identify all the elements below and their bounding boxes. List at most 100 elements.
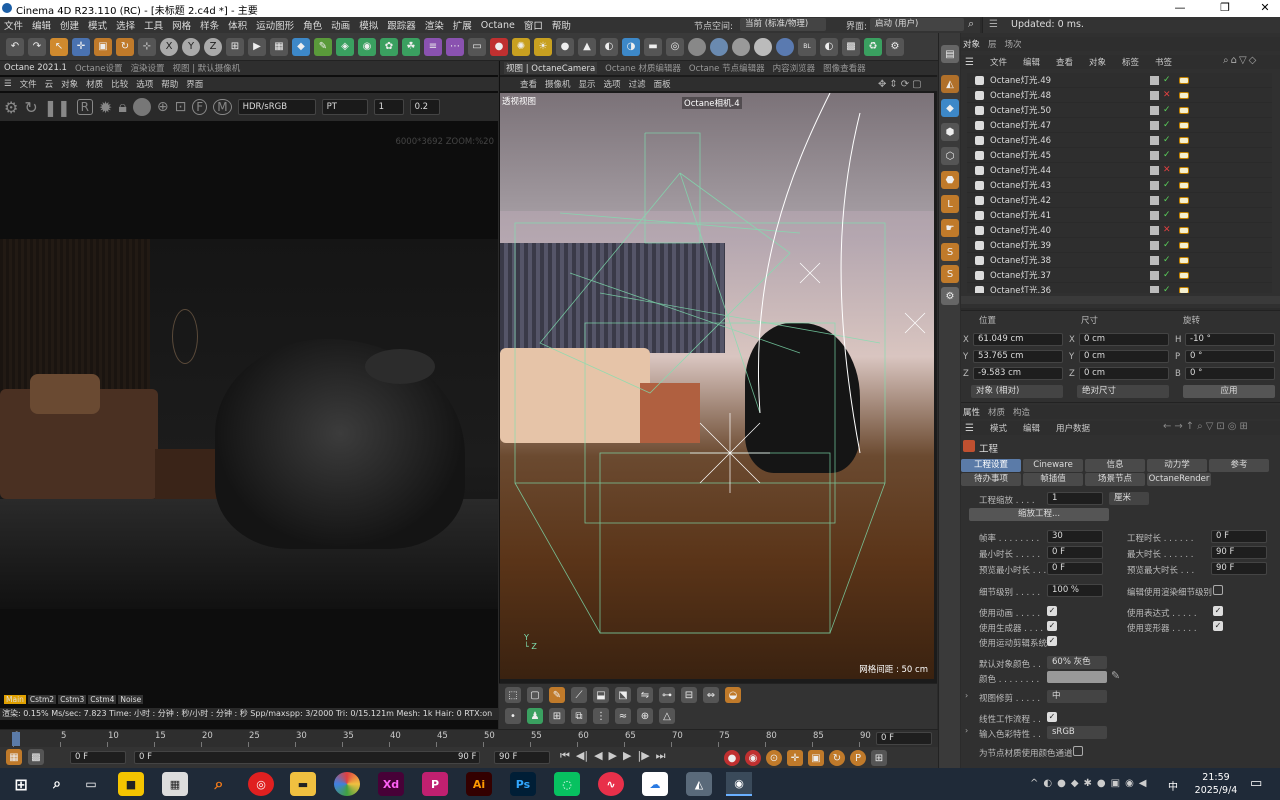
default-color-select[interactable]: 60% 灰色 xyxy=(1047,656,1107,669)
fps-input[interactable]: 30 xyxy=(1047,530,1103,543)
render-picture-icon[interactable]: ▦ xyxy=(270,37,288,56)
visibility-icon[interactable]: ✓ xyxy=(1163,120,1175,130)
rect-selection-icon[interactable]: ▢ xyxy=(527,687,543,703)
align-icon[interactable]: ⊞ xyxy=(549,708,565,724)
preview-max-input[interactable]: 90 F xyxy=(1211,562,1267,575)
octane-menu-item[interactable]: 界面 xyxy=(186,78,203,90)
visibility-icon[interactable]: ✓ xyxy=(1163,180,1175,190)
current-frame-field[interactable]: 0 F xyxy=(876,732,932,745)
menu-item[interactable]: 文件 xyxy=(4,18,23,32)
attribute-tab[interactable]: 属性 xyxy=(963,406,980,418)
undo-icon[interactable]: ↶ xyxy=(6,37,24,56)
everything-search-icon[interactable]: ⌕ xyxy=(206,772,232,796)
render-view-icon[interactable]: ▶ xyxy=(248,37,266,56)
object-row[interactable]: Octane灯光.49 ✓ xyxy=(967,73,1272,88)
viewport-tab[interactable]: 图像查看器 xyxy=(823,62,866,74)
property-tab[interactable]: 待办事项 xyxy=(961,473,1021,486)
object-row[interactable]: Octane灯光.36 ✓ xyxy=(967,283,1272,293)
menu-item[interactable]: 创建 xyxy=(60,18,79,32)
blend-material-icon[interactable]: BL xyxy=(798,37,816,56)
render-pass-tab[interactable]: Main xyxy=(4,695,26,704)
wechat-icon[interactable]: ◌ xyxy=(554,772,580,796)
effector-icon[interactable]: ≡ xyxy=(424,37,442,56)
object-name[interactable]: Octane灯光.47 xyxy=(990,119,1150,131)
octane-live-icon[interactable]: ● xyxy=(490,37,508,56)
tag-icon[interactable] xyxy=(1179,151,1189,159)
task-view-icon[interactable]: ▭ xyxy=(78,772,104,796)
xd-app-icon[interactable]: Xd xyxy=(378,772,404,796)
octane-menu-item[interactable]: 对象 xyxy=(61,78,78,90)
visibility-icon[interactable]: ✓ xyxy=(1163,150,1175,160)
photoshop-app-icon[interactable]: Ps xyxy=(510,772,536,796)
tag-icon[interactable] xyxy=(1179,76,1189,84)
material-pick-icon[interactable]: M xyxy=(213,99,232,115)
meeting-app-icon[interactable]: ∿ xyxy=(598,772,624,796)
end-frame-field[interactable]: 90 F xyxy=(494,751,550,764)
object-name[interactable]: Octane灯光.43 xyxy=(990,179,1150,191)
render-image[interactable] xyxy=(0,239,498,609)
optimize-icon[interactable]: ⊕ xyxy=(637,708,653,724)
visibility-icon[interactable]: ✓ xyxy=(1163,75,1175,85)
object-name[interactable]: Octane灯光.46 xyxy=(990,134,1150,146)
expand-arrow-icon-2[interactable]: › xyxy=(965,726,968,735)
render-param-2[interactable]: 0.2 xyxy=(409,99,440,115)
object-tab[interactable]: 层 xyxy=(988,38,997,50)
viewport-tab[interactable]: Octane 材质编辑器 xyxy=(605,62,681,74)
layer-icon[interactable] xyxy=(1150,255,1159,265)
menu-item[interactable]: 样条 xyxy=(200,18,219,32)
render-lod-checkbox[interactable] xyxy=(1213,585,1223,595)
visibility-icon[interactable]: ✕ xyxy=(1163,165,1175,175)
viewport-menu-item[interactable]: 选项 xyxy=(604,78,621,90)
layer-icon[interactable] xyxy=(1150,285,1159,293)
use-motion-checkbox[interactable]: ✓ xyxy=(1047,636,1057,646)
viewport-menu-item[interactable]: 显示 xyxy=(579,78,596,90)
min-time-input[interactable]: 0 F xyxy=(1047,546,1103,559)
model-mode-icon[interactable]: ◭ xyxy=(941,75,959,93)
object-menu-item[interactable]: 对象 xyxy=(1089,56,1106,68)
tag-icon[interactable] xyxy=(1179,271,1189,279)
recent-tool-icon[interactable]: ⊹ xyxy=(138,37,156,56)
object-list-scrollbar[interactable] xyxy=(961,296,1280,304)
weld-icon[interactable]: ⊶ xyxy=(659,687,675,703)
region-render-icon[interactable]: R xyxy=(76,99,93,115)
sphere-material-icon-3[interactable] xyxy=(732,37,750,56)
sticky-notes-icon[interactable]: ■ xyxy=(118,772,144,796)
layer-icon[interactable] xyxy=(1150,195,1159,205)
octane-menu-item[interactable]: 选项 xyxy=(136,78,153,90)
render-pass-tab[interactable]: Cstm2 xyxy=(27,695,57,704)
settings-icon[interactable]: ✹ xyxy=(99,98,112,117)
menu-item[interactable]: 选择 xyxy=(116,18,135,32)
layer-icon[interactable] xyxy=(1150,135,1159,145)
lod-input[interactable]: 100 % xyxy=(1047,584,1103,597)
object-row[interactable]: Octane灯光.48 ✕ xyxy=(967,88,1272,103)
object-name[interactable]: Octane灯光.42 xyxy=(990,194,1150,206)
slide-icon[interactable]: ⇔ xyxy=(703,687,719,703)
record-icon[interactable]: ● xyxy=(724,750,740,766)
menu-item[interactable]: 编辑 xyxy=(32,18,51,32)
rotate-tool-icon[interactable]: ↻ xyxy=(116,37,134,56)
move-tool-icon[interactable]: ✛ xyxy=(72,37,90,56)
key-grid-icon[interactable]: ⊞ xyxy=(871,750,887,766)
make-editable-icon[interactable]: ▤ xyxy=(941,45,959,63)
file-explorer-icon[interactable]: ▬ xyxy=(290,772,316,796)
sculpt-icon[interactable]: ◒ xyxy=(725,687,741,703)
next-key-icon[interactable]: |▶ xyxy=(637,749,649,763)
focus-icon[interactable]: F xyxy=(192,99,208,115)
apply-button[interactable]: 应用 xyxy=(1183,385,1275,398)
object-menu-item[interactable]: 查看 xyxy=(1056,56,1073,68)
send-scene-icon[interactable]: ⚙ xyxy=(4,98,18,117)
checker-icon[interactable]: ▩ xyxy=(842,37,860,56)
x-axis-icon[interactable]: X xyxy=(160,37,178,56)
prev-frame-icon[interactable]: ◀ xyxy=(594,749,602,763)
axis-mode-icon[interactable]: L xyxy=(941,195,959,213)
object-mode-icon[interactable]: ◆ xyxy=(941,99,959,117)
eyedropper-icon[interactable]: ✎ xyxy=(1111,669,1120,682)
polygons-mode-icon[interactable]: ⬣ xyxy=(941,171,959,189)
loop-cut-icon[interactable]: ⊟ xyxy=(681,687,697,703)
spline-pen-icon[interactable]: ✎ xyxy=(314,37,332,56)
key-param-icon[interactable]: P xyxy=(850,750,866,766)
object-row[interactable]: Octane灯光.50 ✓ xyxy=(967,103,1272,118)
object-name[interactable]: Octane灯光.39 xyxy=(990,239,1150,251)
figure-icon[interactable]: ♟ xyxy=(527,708,543,724)
object-row[interactable]: Octane灯光.47 ✓ xyxy=(967,118,1272,133)
